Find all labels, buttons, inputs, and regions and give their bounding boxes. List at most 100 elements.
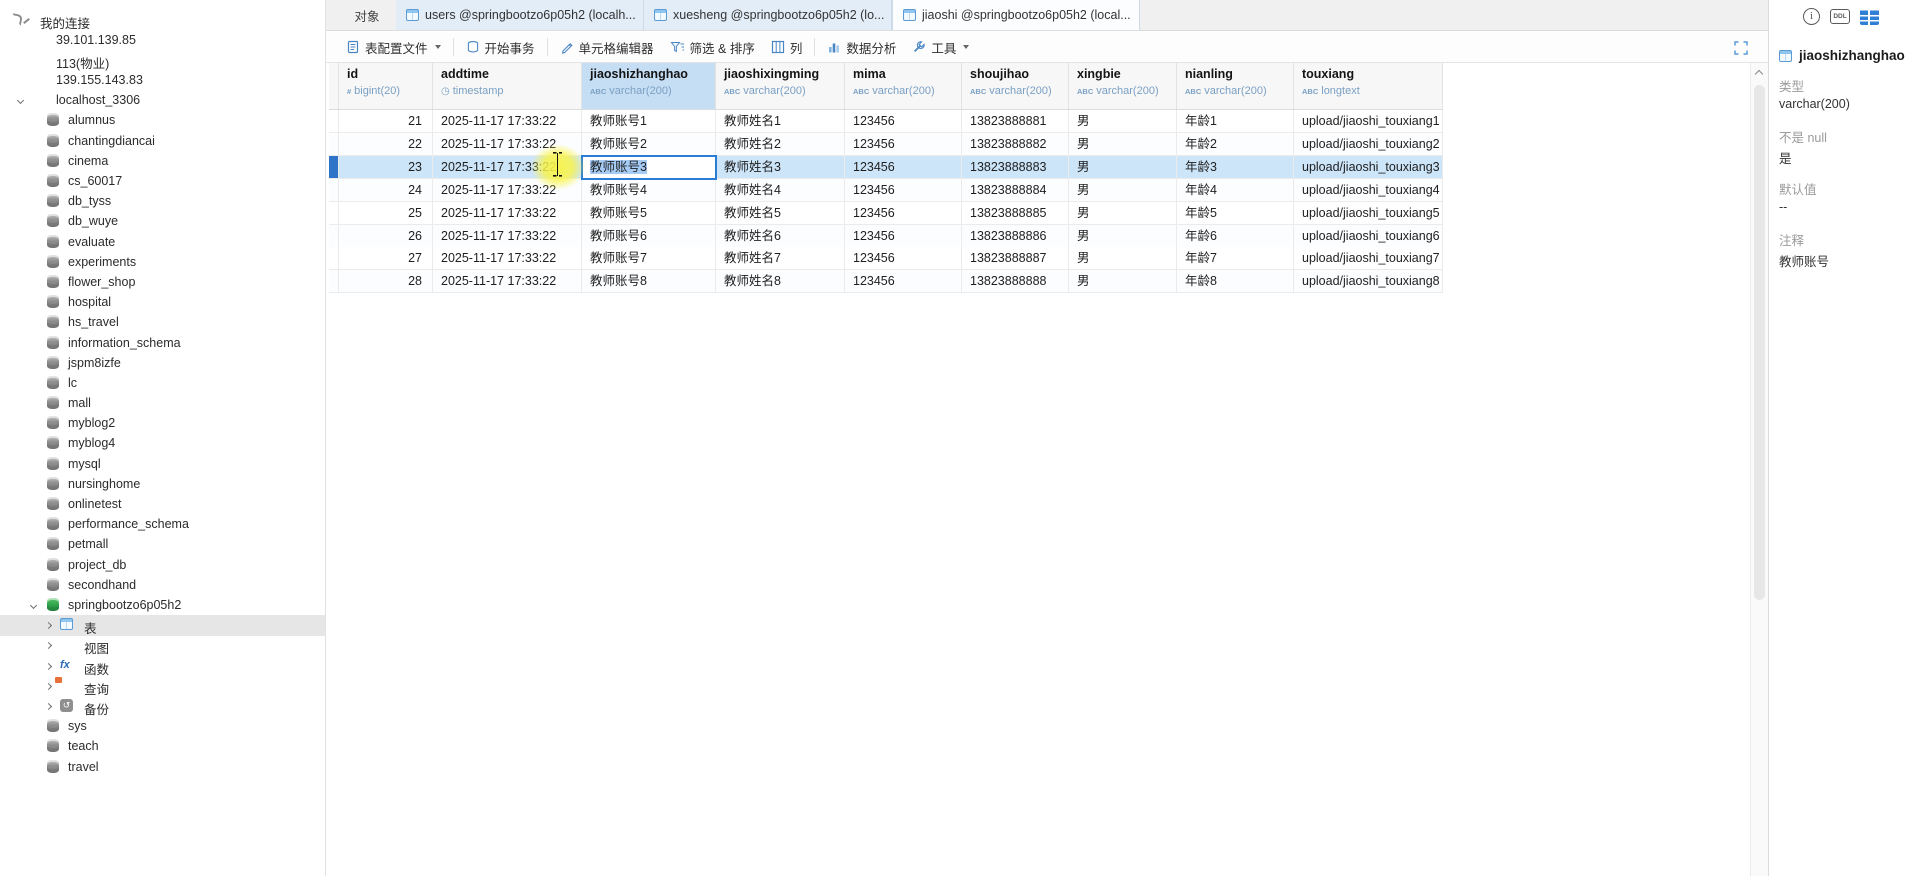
cell-xingbie[interactable]: 男 [1069,247,1177,270]
cell-shoujihao[interactable]: 13823888888 [962,270,1069,293]
tree-item-lc[interactable]: lc [0,373,326,394]
tree-item-nursinghome[interactable]: nursinghome [0,474,326,495]
chevron-right-icon[interactable] [45,703,52,710]
tree-item-springbootzo6p05h2[interactable]: springbootzo6p05h2 [0,595,326,616]
cell-mima[interactable]: 123456 [845,202,962,225]
tree-item-jspm8izfe[interactable]: jspm8izfe [0,353,326,374]
table-row[interactable]: 232025-11-17 17:33:22教师账号3教师姓名3123456138… [329,156,1443,179]
begin-transaction-button[interactable]: 开始事务 [458,35,543,60]
tools-button[interactable]: 工具 [904,35,977,60]
row-selector-gutter[interactable] [329,225,339,248]
cell-jiaoshizhanghao[interactable]: 教师账号7 [582,247,716,270]
cell-touxiang[interactable]: upload/jiaoshi_touxiang6 [1294,225,1443,248]
row-selector-gutter[interactable] [329,156,339,179]
cell-nianling[interactable]: 年龄2 [1177,133,1294,156]
cell-addtime[interactable]: 2025-11-17 17:33:22 [433,179,582,202]
scrollbar-thumb[interactable] [1754,85,1765,600]
cell-mima[interactable]: 123456 [845,133,962,156]
cell-touxiang[interactable]: upload/jiaoshi_touxiang2 [1294,133,1443,156]
cell-shoujihao[interactable]: 13823888882 [962,133,1069,156]
cell-jiaoshixingming[interactable]: 教师姓名3 [716,156,845,179]
cell-nianling[interactable]: 年龄5 [1177,202,1294,225]
tree-item-evaluate[interactable]: evaluate [0,232,326,253]
tree-item-我的连接[interactable]: 我的连接 [0,10,326,31]
row-selector-gutter[interactable] [329,179,339,202]
cell-shoujihao[interactable]: 13823888883 [962,156,1069,179]
row-selector-gutter[interactable] [329,110,339,133]
row-selector-gutter[interactable] [329,202,339,225]
tree-item-onlinetest[interactable]: onlinetest [0,494,326,515]
tree-item-alumnus[interactable]: alumnus [0,110,326,131]
cell-mima[interactable]: 123456 [845,110,962,133]
cell-addtime[interactable]: 2025-11-17 17:33:22 [433,225,582,248]
cell-id[interactable]: 24 [339,179,433,202]
chevron-right-icon[interactable] [45,683,52,690]
column-header-touxiang[interactable]: touxiangABClongtext [1294,63,1443,109]
vertical-scrollbar[interactable] [1750,63,1768,876]
tree-item-information_schema[interactable]: information_schema [0,333,326,354]
table-row[interactable]: 222025-11-17 17:33:22教师账号2教师姓名2123456138… [329,133,1443,156]
chevron-down-icon[interactable] [17,97,24,104]
cell-mima[interactable]: 123456 [845,156,962,179]
column-header-jiaoshixingming[interactable]: jiaoshixingmingABCvarchar(200) [716,63,845,109]
tree-item-139.155.143.83[interactable]: 139.155.143.83 [0,70,326,91]
tree-item-cinema[interactable]: cinema [0,151,326,172]
cell-addtime[interactable]: 2025-11-17 17:33:22 [433,247,582,270]
cell-jiaoshixingming[interactable]: 教师姓名1 [716,110,845,133]
column-header-id[interactable]: id#bigint(20) [339,63,433,109]
cell-nianling[interactable]: 年龄8 [1177,270,1294,293]
tree-item-myblog4[interactable]: myblog4 [0,433,326,454]
cell-mima[interactable]: 123456 [845,247,962,270]
columns-view-icon[interactable] [1860,9,1879,25]
tree-item-39.101.139.85[interactable]: 39.101.139.85 [0,30,326,51]
cell-id[interactable]: 26 [339,225,433,248]
tree-item-113(物业)[interactable]: 113(物业) [0,50,326,71]
tab-users-table[interactable]: users @springbootzo6p05h2 (localh... [396,0,644,30]
chevron-right-icon[interactable] [45,622,52,629]
cell-editor-button[interactable]: 单元格编辑器 [552,35,662,60]
chevron-down-icon[interactable] [30,602,37,609]
cell-touxiang[interactable]: upload/jiaoshi_touxiang1 [1294,110,1443,133]
filter-sort-button[interactable]: 筛选 & 排序 [662,35,763,60]
cell-addtime[interactable]: 2025-11-17 17:33:22 [433,270,582,293]
cell-jiaoshizhanghao[interactable]: 教师账号3 [582,156,716,179]
row-selector-gutter[interactable] [329,247,339,270]
cell-id[interactable]: 27 [339,247,433,270]
chevron-right-icon[interactable] [45,642,52,649]
table-row[interactable]: 262025-11-17 17:33:22教师账号6教师姓名6123456138… [329,225,1443,248]
tree-item-hospital[interactable]: hospital [0,292,326,313]
tree-item-localhost_3306[interactable]: localhost_3306 [0,90,326,111]
cell-addtime[interactable]: 2025-11-17 17:33:22 [433,110,582,133]
cell-shoujihao[interactable]: 13823888881 [962,110,1069,133]
chevron-right-icon[interactable] [45,663,52,670]
tree-item-petmall[interactable]: petmall [0,534,326,555]
row-selector-gutter[interactable] [329,270,339,293]
tab-xuesheng-table[interactable]: xuesheng @springbootzo6p05h2 (lo... [644,0,892,30]
cell-id[interactable]: 21 [339,110,433,133]
tree-item-db_tyss[interactable]: db_tyss [0,191,326,212]
table-row[interactable]: 282025-11-17 17:33:22教师账号8教师姓名8123456138… [329,270,1443,293]
table-row[interactable]: 212025-11-17 17:33:22教师账号1教师姓名1123456138… [329,110,1443,133]
cell-id[interactable]: 25 [339,202,433,225]
cell-jiaoshixingming[interactable]: 教师姓名8 [716,270,845,293]
tree-item-experiments[interactable]: experiments [0,252,326,273]
cell-xingbie[interactable]: 男 [1069,179,1177,202]
editing-cell-text[interactable]: 教师账号3 [590,160,647,174]
cell-xingbie[interactable]: 男 [1069,270,1177,293]
tree-item-teach[interactable]: teach [0,736,326,757]
cell-touxiang[interactable]: upload/jiaoshi_touxiang3 [1294,156,1443,179]
cell-touxiang[interactable]: upload/jiaoshi_touxiang8 [1294,270,1443,293]
scroll-up-arrow-icon[interactable] [1755,70,1763,78]
data-analysis-button[interactable]: 数据分析 [819,35,904,60]
ddl-view-icon[interactable]: DDL [1830,9,1850,24]
cell-id[interactable]: 28 [339,270,433,293]
cell-jiaoshizhanghao[interactable]: 教师账号6 [582,225,716,248]
column-header-mima[interactable]: mimaABCvarchar(200) [845,63,962,109]
cell-jiaoshizhanghao[interactable]: 教师账号2 [582,133,716,156]
cell-jiaoshizhanghao[interactable]: 教师账号5 [582,202,716,225]
tree-item-db_wuye[interactable]: db_wuye [0,211,326,232]
cell-id[interactable]: 22 [339,133,433,156]
column-header-xingbie[interactable]: xingbieABCvarchar(200) [1069,63,1177,109]
cell-id[interactable]: 23 [339,156,433,179]
column-header-shoujihao[interactable]: shoujihaoABCvarchar(200) [962,63,1069,109]
